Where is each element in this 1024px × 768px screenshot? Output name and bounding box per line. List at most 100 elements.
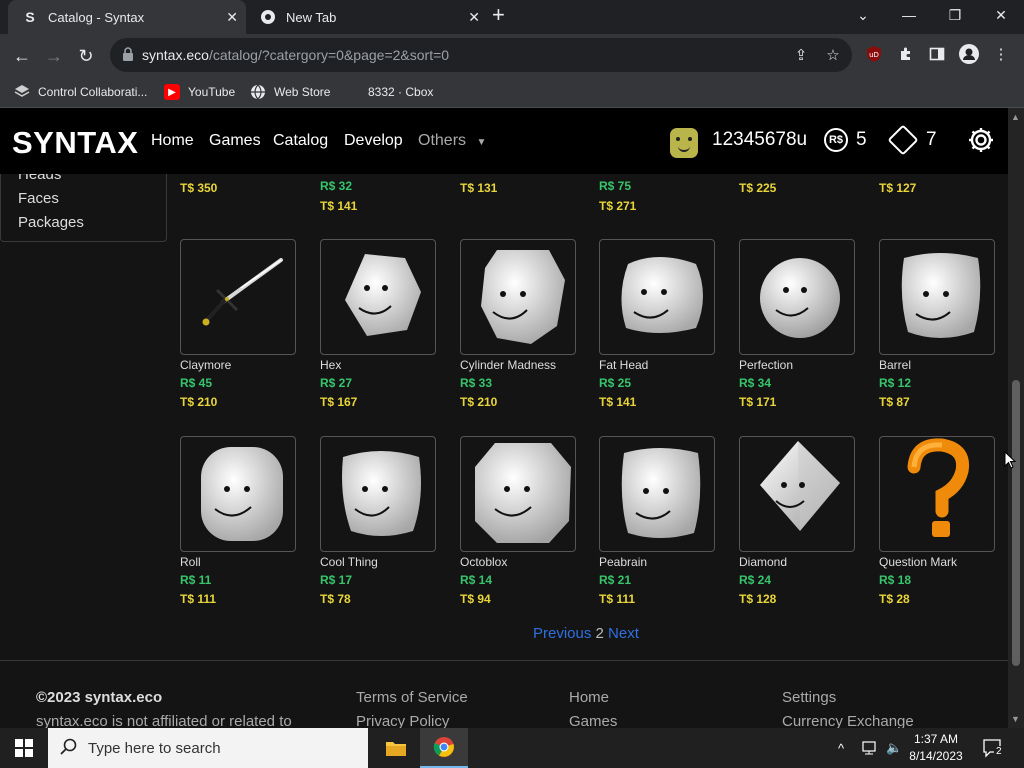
item-price-tix: T$ 210 — [180, 395, 218, 409]
taskbar-search-box[interactable]: Type here to search — [48, 728, 368, 768]
item-thumbnail[interactable] — [180, 239, 296, 355]
item-price-robux: R$ 21 — [599, 573, 632, 587]
footer-link-terms[interactable]: Terms of Service — [356, 689, 468, 706]
nav-home[interactable]: Home — [151, 132, 194, 150]
username[interactable]: 12345678u — [712, 129, 807, 151]
tab-title: New Tab — [286, 9, 337, 25]
address-bar[interactable]: syntax.eco/catalog/?catergory=0&page=2&s… — [110, 38, 852, 72]
restore-icon[interactable]: ❐ — [932, 0, 978, 30]
chrome-taskbar-icon[interactable] — [420, 728, 468, 768]
caret-down-icon: ▼ — [476, 137, 487, 148]
settings-gear-icon[interactable] — [967, 126, 995, 154]
minimize-icon[interactable]: — — [886, 0, 932, 30]
bookmark-control-collaboration[interactable]: Control Collaborati... — [14, 82, 147, 102]
footer-link-currency-exchange[interactable]: Currency Exchange — [782, 713, 914, 728]
scroll-up-arrow-icon[interactable]: ▲ — [1011, 112, 1020, 122]
nav-others-dropdown[interactable]: Others ▼ — [418, 132, 486, 150]
site-logo[interactable]: SYNTAX — [12, 125, 138, 161]
taskbar-clock[interactable]: 1:37 AM 8/14/2023 — [905, 731, 967, 765]
side-panel-icon[interactable] — [926, 43, 948, 65]
notification-center-icon[interactable]: 2 — [982, 738, 1004, 758]
mouse-cursor-icon — [1004, 451, 1016, 469]
bookmark-web-store[interactable]: Web Store — [250, 82, 330, 102]
scrollbar-thumb[interactable] — [1012, 380, 1020, 666]
windows-taskbar: Type here to search ^ 🔈 1:37 AM 8/14/202… — [0, 728, 1024, 768]
bookmark-star-icon[interactable]: ☆ — [824, 46, 842, 64]
item-thumbnail[interactable] — [320, 239, 436, 355]
item-price-tix: T$ 167 — [320, 395, 358, 409]
network-icon[interactable] — [862, 728, 880, 768]
tab-catalog[interactable]: S Catalog - Syntax ✕ — [8, 0, 246, 34]
profile-avatar-icon[interactable] — [958, 43, 980, 65]
item-thumbnail[interactable] — [879, 436, 995, 552]
bookmark-youtube[interactable]: ▶ YouTube — [164, 82, 235, 102]
item-thumbnail[interactable] — [460, 239, 576, 355]
windows-start-icon[interactable] — [0, 728, 48, 768]
sidebar-item-packages[interactable]: Packages — [18, 214, 84, 231]
item-name[interactable]: Fat Head — [599, 358, 648, 372]
footer-link-privacy[interactable]: Privacy Policy — [356, 713, 449, 728]
footer-link-home[interactable]: Home — [569, 689, 609, 706]
catalog-content: Heads Faces Packages T$ 350 R$ 32 T$ 141… — [0, 174, 1008, 728]
item-name[interactable]: Cool Thing — [320, 555, 378, 569]
file-explorer-icon[interactable] — [372, 728, 420, 768]
extensions-puzzle-icon[interactable] — [895, 43, 917, 65]
item-name[interactable]: Roll — [180, 555, 201, 569]
tab-close-icon[interactable]: ✕ — [468, 9, 480, 26]
chrome-menu-icon[interactable]: ⋮ — [990, 43, 1012, 65]
next-page-link[interactable]: Next — [608, 625, 639, 642]
svg-text:uD: uD — [869, 51, 879, 59]
sidebar-item-heads[interactable]: Heads — [18, 174, 61, 183]
tab-search-chevron-icon[interactable]: ⌄ — [840, 0, 886, 30]
scroll-down-arrow-icon[interactable]: ▼ — [1011, 714, 1020, 724]
item-thumbnail[interactable] — [599, 239, 715, 355]
item-name[interactable]: Barrel — [879, 358, 911, 372]
previous-page-link[interactable]: Previous — [533, 625, 591, 642]
item-name[interactable]: Perfection — [739, 358, 793, 372]
item-name[interactable]: Diamond — [739, 555, 787, 569]
octoblox-head-icon — [475, 443, 571, 543]
volume-icon[interactable]: 🔈 — [886, 728, 902, 768]
bookmark-cbox[interactable]: 8332 · Cbox — [368, 82, 433, 102]
category-sidebar: Heads Faces Packages — [0, 174, 167, 242]
item-name[interactable]: Cylinder Madness — [460, 358, 556, 372]
reload-icon[interactable]: ↻ — [72, 42, 100, 70]
item-price-robux: R$ 11 — [180, 573, 212, 587]
footer-link-games[interactable]: Games — [569, 713, 617, 728]
item-thumbnail[interactable] — [739, 436, 855, 552]
item-thumbnail[interactable] — [180, 436, 296, 552]
item-thumbnail[interactable] — [320, 436, 436, 552]
item-price-robux: R$ 45 — [180, 376, 213, 390]
item-name[interactable]: Question Mark — [879, 555, 957, 569]
item-price-robux: R$ 14 — [460, 573, 493, 587]
item-thumbnail[interactable] — [460, 436, 576, 552]
bookmarks-bar: Control Collaborati... ▶ YouTube Web Sto… — [0, 76, 1024, 108]
item-thumbnail[interactable] — [599, 436, 715, 552]
nav-catalog[interactable]: Catalog — [273, 132, 328, 150]
tab-new-tab[interactable]: New Tab ✕ — [248, 0, 488, 34]
new-tab-plus-icon[interactable]: + — [492, 2, 505, 28]
pagination: Previous 2 Next — [533, 625, 639, 642]
robux-balance[interactable]: R$ 5 — [824, 127, 867, 153]
share-icon[interactable]: ⇪ — [792, 46, 810, 64]
ublock-extension-icon[interactable]: uD — [863, 43, 885, 65]
item-name[interactable]: Octoblox — [460, 555, 507, 569]
search-icon — [60, 738, 77, 755]
item-name[interactable]: Hex — [320, 358, 341, 372]
page-scrollbar[interactable]: ▲ ▼ — [1008, 108, 1024, 728]
item-thumbnail[interactable] — [879, 239, 995, 355]
tray-overflow-chevron-icon[interactable]: ^ — [838, 728, 844, 768]
nav-develop[interactable]: Develop — [344, 132, 403, 150]
item-name[interactable]: Peabrain — [599, 555, 647, 569]
nav-games[interactable]: Games — [209, 132, 261, 150]
forward-arrow-icon[interactable]: → — [40, 42, 68, 70]
sidebar-item-faces[interactable]: Faces — [18, 190, 59, 207]
user-avatar[interactable] — [670, 128, 698, 158]
window-close-icon[interactable]: ✕ — [978, 0, 1024, 30]
item-name[interactable]: Claymore — [180, 358, 231, 372]
item-thumbnail[interactable] — [739, 239, 855, 355]
tickets-balance[interactable]: 7 — [887, 124, 937, 156]
footer-link-settings[interactable]: Settings — [782, 689, 836, 706]
back-arrow-icon[interactable]: ← — [8, 42, 36, 70]
tab-close-icon[interactable]: ✕ — [226, 9, 238, 26]
